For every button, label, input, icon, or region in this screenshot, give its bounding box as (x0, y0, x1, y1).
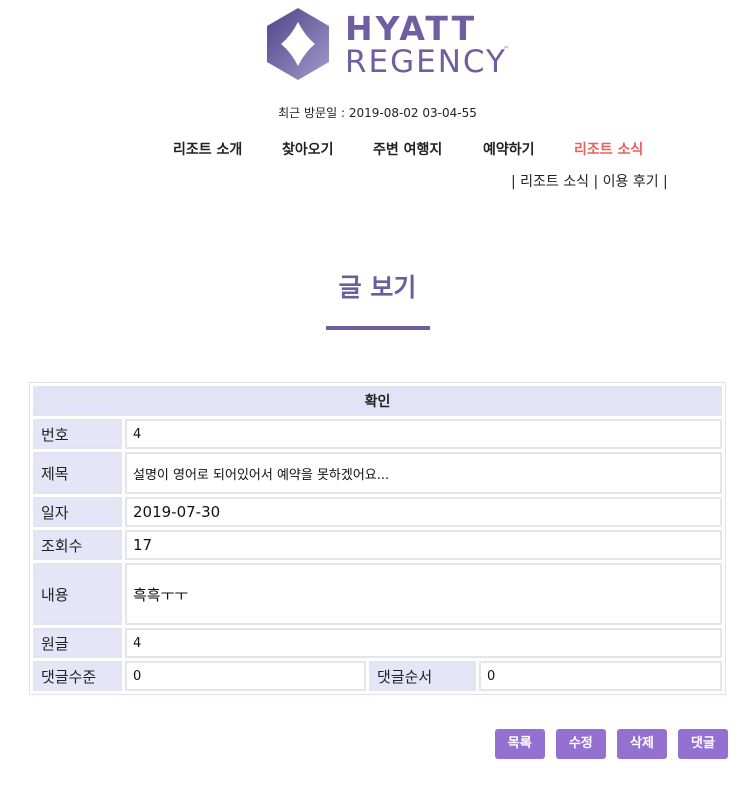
list-button[interactable]: 목록 (494, 729, 545, 759)
logo-hyatt-text: HYATT (345, 9, 478, 48)
main-nav: 리조트 소개 찾아오기 주변 여행지 예약하기 리조트 소식 (0, 139, 755, 159)
label-reply-order: 댓글순서 (369, 661, 476, 691)
label-date: 일자 (33, 497, 122, 527)
label-original-post: 원글 (33, 628, 122, 658)
label-title: 제목 (33, 452, 122, 494)
nav-reservation[interactable]: 예약하기 (483, 139, 535, 159)
value-title: 설명이 영어로 되어있어서 예약을 못하겠어요... (125, 452, 722, 494)
table-row: 일자 2019-07-30 (33, 497, 722, 527)
table-row: 댓글수준 0 댓글순서 0 (33, 661, 722, 691)
nav-nearby-travel[interactable]: 주변 여행지 (373, 139, 442, 159)
last-visit-text: 최근 방문일 : 2019-08-02 03-04-55 (278, 106, 477, 120)
post-detail-table: 확인 번호 4 제목 설명이 영어로 되어있어서 예약을 못하겠어요... 일자… (29, 382, 726, 695)
value-reply-level: 0 (125, 661, 366, 691)
sub-nav[interactable]: | 리조트 소식 | 이용 후기 | (511, 171, 668, 191)
delete-button[interactable]: 삭제 (616, 729, 667, 759)
value-views: 17 (125, 530, 722, 560)
label-views: 조회수 (33, 530, 122, 560)
logo-regency-text: REGENCY (345, 44, 507, 80)
logo-trademark: ™ (503, 46, 509, 53)
label-reply-level: 댓글수준 (33, 661, 122, 691)
edit-button[interactable]: 수정 (555, 729, 606, 759)
value-number: 4 (125, 419, 722, 449)
value-reply-order: 0 (479, 661, 722, 691)
table-row: 원글 4 (33, 628, 722, 658)
table-row: 번호 4 (33, 419, 722, 449)
nav-directions[interactable]: 찾아오기 (282, 139, 334, 159)
table-row: 제목 설명이 영어로 되어있어서 예약을 못하겠어요... (33, 452, 722, 494)
hyatt-regency-logo[interactable]: HYATT REGENCY ™ (267, 8, 517, 80)
value-original-post: 4 (125, 628, 722, 658)
table-header: 확인 (33, 386, 722, 416)
label-content: 내용 (33, 563, 122, 625)
page-title: 글 보기 (338, 273, 417, 302)
title-underline (326, 326, 430, 330)
nav-resort-intro[interactable]: 리조트 소개 (173, 139, 242, 159)
table-row: 내용 흑흑ㅜㅜ (33, 563, 722, 625)
value-content: 흑흑ㅜㅜ (125, 563, 722, 625)
value-date: 2019-07-30 (125, 497, 722, 527)
reply-button[interactable]: 댓글 (678, 729, 728, 759)
action-buttons: 목록 수정 삭제 댓글 (489, 729, 728, 759)
label-number: 번호 (33, 419, 122, 449)
nav-resort-news[interactable]: 리조트 소식 (574, 139, 643, 159)
table-row: 조회수 17 (33, 530, 722, 560)
hyatt-logo-icon (267, 8, 329, 80)
